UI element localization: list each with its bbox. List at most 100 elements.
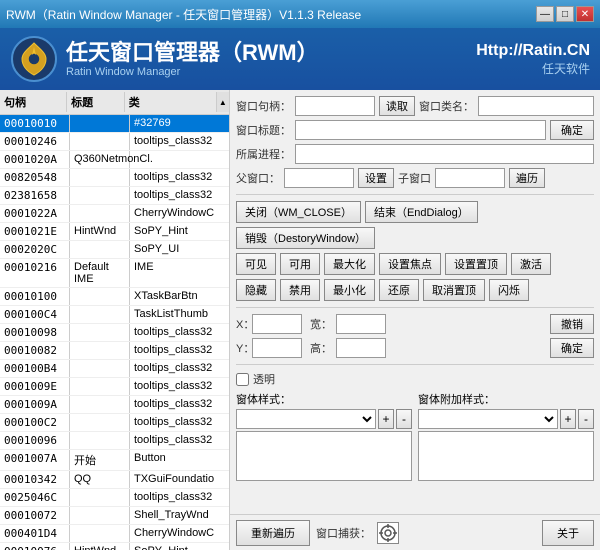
table-row[interactable]: 00010100 XTaskBarBtn — [0, 288, 229, 306]
x-input[interactable] — [252, 314, 302, 334]
table-row[interactable]: 00010096 tooltips_class32 — [0, 432, 229, 450]
table-row[interactable]: 02381658 tooltips_class32 — [0, 187, 229, 205]
row-id: 02381658 — [0, 187, 70, 204]
scroll-up-arrow[interactable]: ▲ — [216, 92, 229, 112]
enable-button[interactable]: 可用 — [280, 253, 320, 275]
table-row[interactable]: 00010082 tooltips_class32 — [0, 342, 229, 360]
handle-input[interactable] — [295, 96, 375, 116]
maximize-button[interactable]: □ — [556, 6, 574, 22]
process-label: 所属进程： — [236, 146, 291, 162]
table-row[interactable]: 0001007A 开始 Button — [0, 450, 229, 471]
close-window-button[interactable]: ✕ — [576, 6, 594, 22]
about-button[interactable]: 关于 — [542, 520, 594, 546]
end-dialog-button[interactable]: 结束（EndDialog） — [365, 201, 478, 223]
table-row[interactable]: 00010076 HintWnd SoPY_Hint — [0, 543, 229, 550]
table-row[interactable]: 0001022A CherryWindowC — [0, 205, 229, 223]
table-row[interactable]: 000100B4 tooltips_class32 — [0, 360, 229, 378]
action-row1: 可见 可用 最大化 设置焦点 设置置顶 激活 — [236, 253, 594, 275]
class-input[interactable] — [478, 96, 594, 116]
transparent-checkbox[interactable] — [236, 373, 249, 386]
table-row[interactable]: 0001020A Q360NetmonCl. — [0, 151, 229, 169]
row-id: 0001021E — [0, 223, 70, 240]
window-exstyle-minus-btn[interactable]: - — [578, 409, 594, 429]
row-label — [70, 169, 130, 186]
read-button[interactable]: 读取 — [379, 96, 415, 116]
set-button[interactable]: 设置 — [358, 168, 394, 188]
target-icon[interactable] — [377, 522, 399, 544]
table-row[interactable]: 000100C4 TaskListThumb — [0, 306, 229, 324]
table-row[interactable]: 00820548 tooltips_class32 — [0, 169, 229, 187]
window-style-select[interactable] — [236, 409, 376, 429]
table-row[interactable]: 0001021E HintWnd SoPY_Hint — [0, 223, 229, 241]
logo-area: 任天窗口管理器（RWM） Ratin Window Manager — [10, 35, 319, 83]
row-class: SoPY_Hint — [130, 543, 225, 550]
row-class: TXGuiFoundatio — [130, 471, 225, 488]
xy-row: X： 宽： 撤销 — [236, 314, 594, 334]
window-list[interactable]: 00010010 #32769 00010246 tooltips_class3… — [0, 115, 229, 550]
minimize-button[interactable]: — — [536, 6, 554, 22]
row-label: HintWnd — [70, 223, 130, 240]
table-row[interactable]: 000100C2 tooltips_class32 — [0, 414, 229, 432]
maximize-button[interactable]: 最大化 — [324, 253, 375, 275]
table-row[interactable]: 00010246 tooltips_class32 — [0, 133, 229, 151]
table-row[interactable]: 0001009E tooltips_class32 — [0, 378, 229, 396]
width-input[interactable] — [336, 314, 386, 334]
child-input[interactable] — [435, 168, 505, 188]
row-class: tooltips_class32 — [130, 360, 225, 377]
table-row[interactable]: 0002020C SoPY_UI — [0, 241, 229, 259]
separator1 — [236, 194, 594, 195]
row-class: tooltips_class32 — [130, 133, 225, 150]
traverse-button[interactable]: 遍历 — [509, 168, 545, 188]
activate-button[interactable]: 激活 — [511, 253, 551, 275]
set-focus-button[interactable]: 设置焦点 — [379, 253, 441, 275]
row-label — [70, 396, 130, 413]
table-row[interactable]: 00010342 QQ TXGuiFoundatio — [0, 471, 229, 489]
table-row[interactable]: 00010010 #32769 — [0, 115, 229, 133]
process-input[interactable] — [295, 144, 594, 164]
set-top-button[interactable]: 设置置顶 — [445, 253, 507, 275]
row-label: HintWnd — [70, 543, 130, 550]
row-label — [70, 525, 130, 542]
table-row[interactable]: 0001009A tooltips_class32 — [0, 396, 229, 414]
y-input[interactable] — [252, 338, 302, 358]
row-id: 00010246 — [0, 133, 70, 150]
window-exstyle-plus-btn[interactable]: + — [560, 409, 576, 429]
row-label — [70, 115, 130, 132]
row-id: 0025046C — [0, 489, 70, 506]
title-input[interactable] — [295, 120, 546, 140]
ok-coord-button[interactable]: 确定 — [550, 338, 594, 358]
refresh-button[interactable]: 重新遍历 — [236, 520, 310, 546]
window-style-minus-btn[interactable]: - — [396, 409, 412, 429]
flash-button[interactable]: 闪烁 — [489, 279, 529, 301]
height-input[interactable] — [336, 338, 386, 358]
confirm-button[interactable]: 确定 — [550, 120, 594, 140]
window-style-textarea[interactable] — [236, 431, 412, 481]
cancel-top-button[interactable]: 取消置顶 — [423, 279, 485, 301]
minimize-button[interactable]: 最小化 — [324, 279, 375, 301]
window-style-plus-btn[interactable]: + — [378, 409, 394, 429]
header-title-block: 任天窗口管理器（RWM） Ratin Window Manager — [66, 40, 319, 78]
restore-button[interactable]: 还原 — [379, 279, 419, 301]
row-class: tooltips_class32 — [130, 396, 225, 413]
cancel-coord-button[interactable]: 撤销 — [550, 314, 594, 334]
visible-button[interactable]: 可见 — [236, 253, 276, 275]
table-row[interactable]: 00010098 tooltips_class32 — [0, 324, 229, 342]
parent-input[interactable] — [284, 168, 354, 188]
row-class: XTaskBarBtn — [130, 288, 225, 305]
process-row: 所属进程： — [236, 144, 594, 164]
destroy-button[interactable]: 销毁（DestoryWindow） — [236, 227, 375, 249]
row-class: #32769 — [130, 115, 225, 132]
table-row[interactable]: 0025046C tooltips_class32 — [0, 489, 229, 507]
hide-button[interactable]: 隐藏 — [236, 279, 276, 301]
table-row[interactable]: 00010072 Shell_TrayWnd — [0, 507, 229, 525]
table-row[interactable]: 00010216 Default IME IME — [0, 259, 229, 288]
close-wm-button[interactable]: 关闭（WM_CLOSE） — [236, 201, 361, 223]
window-exstyle-textarea[interactable] — [418, 431, 594, 481]
row-id: 0001009E — [0, 378, 70, 395]
row-label — [70, 378, 130, 395]
window-exstyle-select[interactable] — [418, 409, 558, 429]
row-id: 0001007A — [0, 450, 70, 470]
disable-button[interactable]: 禁用 — [280, 279, 320, 301]
row-label — [70, 205, 130, 222]
table-row[interactable]: 000401D4 CherryWindowC — [0, 525, 229, 543]
